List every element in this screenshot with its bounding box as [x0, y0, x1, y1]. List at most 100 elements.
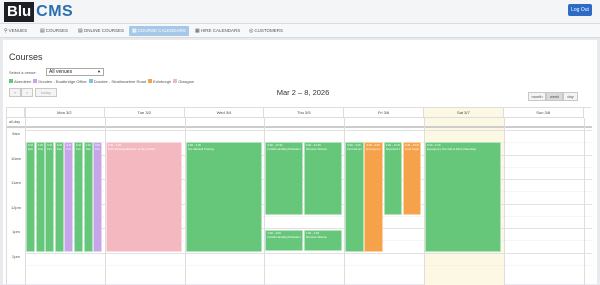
venue-select[interactable]: All venues ▼	[46, 68, 104, 76]
day-header[interactable]: Mon 3/2	[25, 108, 105, 118]
calendar-event[interactable]: 9:30 - 12:30Food Hygiene	[402, 142, 422, 215]
legend-label: Edinburgh	[153, 78, 172, 84]
user-icon: ◎	[249, 28, 254, 34]
view-week-button[interactable]: week	[546, 92, 563, 101]
venue-filter-label: Select a venue:	[9, 70, 37, 75]
prev-week-button[interactable]: ‹	[9, 88, 21, 97]
event-title: First Aid at Work	[37, 147, 43, 151]
calendar-event[interactable]: 9:30 - 4:30Emergency First Aid	[364, 142, 384, 252]
nav-online-courses[interactable]: ▤ ONLINE COURSES	[78, 26, 124, 36]
legend-label: Glasgow	[178, 78, 194, 84]
calendar-range-title: Mar 2 – 8, 2026	[276, 88, 330, 97]
map-pin-icon: ⚲	[4, 28, 8, 34]
calendar-event[interactable]: 1:00 - 4:00 Abrasive Wheels	[303, 230, 342, 252]
venue-select-value: All venues	[49, 69, 73, 75]
nav-label: CUSTOMERS	[254, 28, 284, 33]
event-title: Appointed Person	[385, 147, 401, 151]
calendar-event[interactable]: 9:30 - 4:30 Emergency First Aid at Work (…	[425, 142, 502, 252]
calendar-event[interactable]: 9:30 - 4:30 Fire Marshal Training	[185, 142, 262, 252]
event-title: Fire Marshal Training	[187, 147, 214, 151]
hour-line	[25, 130, 592, 131]
time-label: 1pm	[12, 229, 20, 234]
venue-legend: Aberdeen Dundee - Boatbridge Office Dund…	[9, 78, 196, 84]
chevron-down-icon: ▼	[97, 69, 101, 74]
calendar-event[interactable]: 9:30 - 4:30First Aid at Work	[35, 142, 45, 252]
day-header[interactable]: Fri 3/6	[344, 108, 424, 118]
nav-venues[interactable]: ⚲ VENUES	[4, 26, 27, 36]
week-calendar-grid: Mon 3/2 Tue 3/3 Wed 3/4 Thu 3/5 Fri 3/6 Sat 3…	[6, 107, 592, 285]
event-title: Forklift Handling Refresher	[267, 147, 301, 151]
legend-item: Glasgow	[173, 79, 194, 84]
all-day-label: all-day	[9, 120, 21, 124]
logo-text: CMS	[36, 3, 74, 20]
nav-customers[interactable]: ◎ CUSTOMERS	[249, 26, 283, 36]
day-header[interactable]: Sat 3/7	[424, 108, 504, 118]
nav-label: COURSE CALENDARS	[137, 28, 186, 33]
legend-swatch	[33, 79, 38, 83]
event-title: Emergency First Aid	[366, 147, 381, 151]
logout-button[interactable]: Log Out	[568, 4, 592, 16]
event-title: Paediatric First Aid	[56, 147, 62, 151]
calendar-event[interactable]: 9:30 - 4:30Food Hygiene	[74, 142, 84, 252]
nav-hire-calendars[interactable]: ▦ HIRE CALENDARS	[195, 26, 240, 36]
legend-label: Aberdeen	[14, 78, 32, 84]
page-title: Courses	[9, 52, 43, 62]
day-header[interactable]: Thu 3/5	[264, 108, 345, 118]
today-button[interactable]: today	[35, 88, 57, 97]
time-label: 10am	[10, 155, 21, 161]
nav-course-calendars[interactable]: ▦ COURSE CALENDARS	[129, 26, 189, 36]
event-title: First Aid at Work	[66, 147, 72, 151]
nav-label: COURSES	[45, 28, 68, 33]
day-header[interactable]: Tue 3/3	[104, 108, 185, 118]
header-corner	[7, 108, 25, 118]
event-title: First Aid Requalification	[47, 147, 53, 151]
time-label: 12pm	[10, 204, 21, 210]
event-title: Food Hygiene	[76, 147, 81, 151]
app-logo[interactable]: Blu CMS	[4, 2, 73, 22]
calendar-event[interactable]: 9:30 - 12:30Appointed Person	[383, 142, 403, 215]
event-title: Abrasive Wheels	[305, 147, 327, 151]
next-week-button[interactable]: ›	[21, 88, 33, 97]
calendar-event[interactable]: 9:30 - 12:30 Abrasive Wheels	[303, 142, 342, 215]
legend-item: Dundee - Strathmartine Road	[88, 79, 146, 84]
nav-label: VENUES	[8, 28, 28, 33]
legend-label: Dundee - Boatbridge Office	[38, 78, 87, 84]
legend-item: Edinburgh	[148, 79, 171, 84]
day-column-line	[503, 118, 505, 285]
calendar-event[interactable]: 1:00 - 4:00 Forklift Handling Refresher	[265, 230, 304, 252]
view-month-button[interactable]: month	[528, 92, 546, 101]
event-title: Manual Handling	[85, 147, 91, 151]
event-title: Fire Safety	[95, 147, 101, 151]
calendar-event[interactable]: 9:30 - 4:30 First Aid Requalification (3 …	[105, 142, 183, 252]
legend-swatch	[173, 79, 178, 83]
calendar-event[interactable]: 9:30 - 4:30First Aid Requalification	[45, 142, 55, 252]
list-icon: ▤	[78, 28, 83, 34]
event-title: Abrasive Wheels	[305, 235, 327, 239]
time-label: 9am	[12, 131, 20, 136]
time-label: 11am	[11, 180, 21, 185]
legend-swatch	[148, 79, 153, 83]
view-day-button[interactable]: day	[563, 92, 578, 101]
half-hour-line	[25, 264, 592, 266]
legend-item: Dundee - Boatbridge Office	[33, 78, 87, 84]
event-title: Forklift Handling Refresher	[267, 235, 301, 239]
calendar-event[interactable]: 9:30 - 4:30First Aid at Work	[64, 142, 74, 252]
chevron-left-icon: ‹	[14, 90, 16, 95]
event-title: Emergency First Aid at Work (Saturday)	[427, 147, 477, 151]
day-header[interactable]: Sun 3/8	[503, 108, 584, 118]
logo-box: Blu	[4, 2, 35, 22]
calendar-event[interactable]: 9:30 - 12:30 Forklift Handling Refresher	[265, 142, 304, 215]
legend-item: Aberdeen	[9, 79, 31, 84]
top-bar: Blu CMS Log Out	[0, 0, 600, 24]
nav-label: HIRE CALENDARS	[200, 28, 241, 33]
nav-courses[interactable]: ▤ COURSES	[40, 26, 68, 36]
list-icon: ▤	[40, 28, 45, 34]
legend-swatch	[88, 79, 93, 83]
calendar-icon: ▦	[195, 28, 200, 34]
calendar-event[interactable]: 9:30 - 4:30Manual Handling	[83, 142, 93, 252]
calendar-event[interactable]: 9:30 - 4:30Emergency First Aid at Work	[26, 142, 36, 252]
calendar-event[interactable]: 9:30 - 4:30Paediatric First Aid	[54, 142, 64, 252]
calendar-event[interactable]: 9:30 - 4:30Fire Safety	[93, 142, 103, 252]
calendar-event[interactable]: 9:30 - 4:30First Aid at Work	[345, 142, 364, 252]
day-header[interactable]: Wed 3/4	[184, 108, 265, 118]
